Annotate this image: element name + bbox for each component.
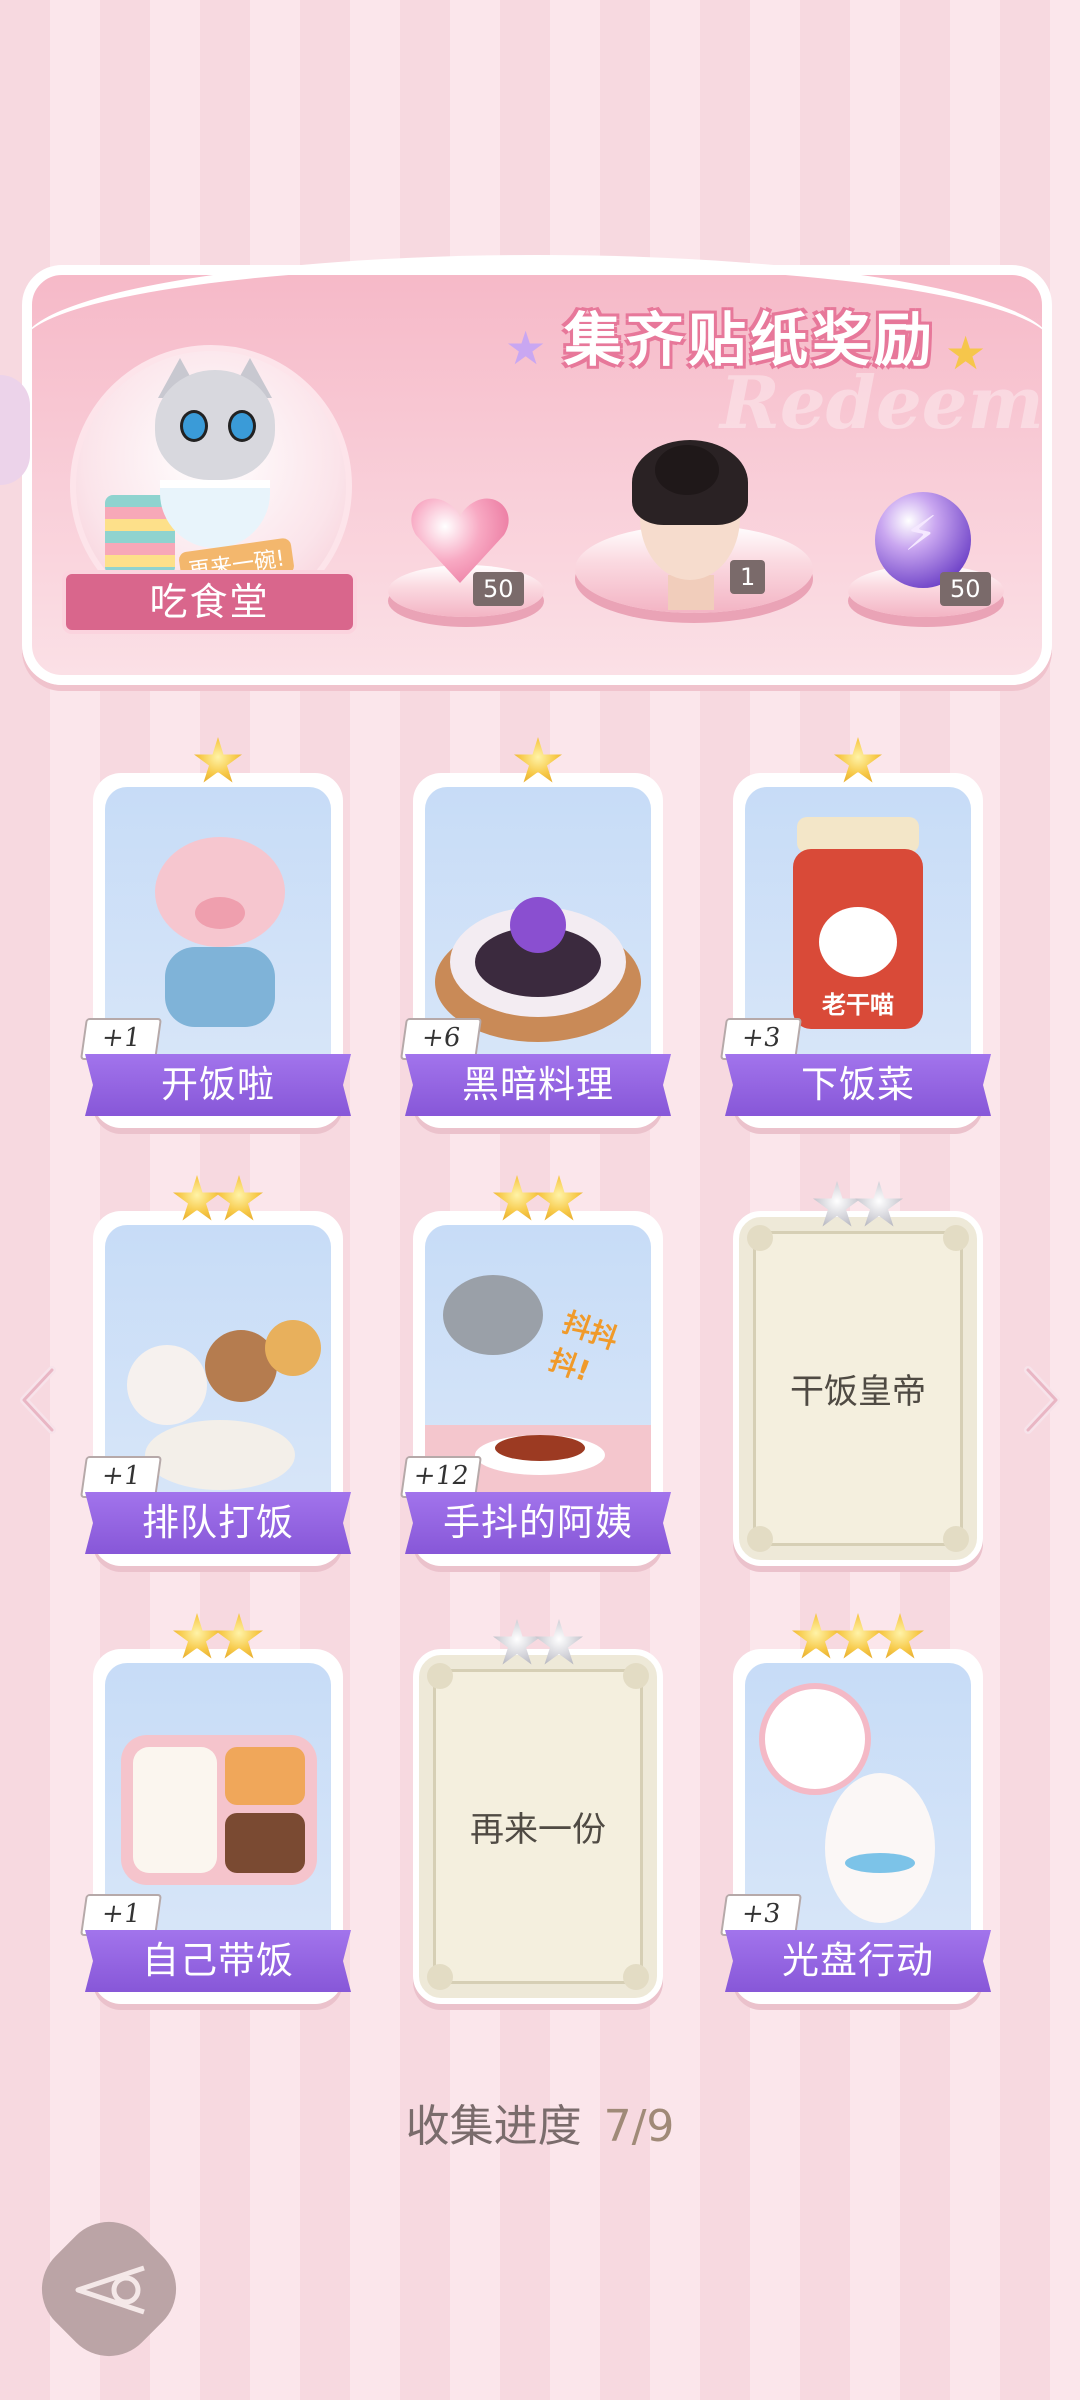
sticker-card[interactable]: +1 自己带饭: [80, 1613, 351, 2004]
progress-value: 7/9: [603, 2101, 675, 2152]
card-title: 光盘行动: [725, 1930, 991, 1992]
card-corner: [943, 1526, 969, 1552]
star-rating: [419, 1619, 657, 1673]
star-icon: [493, 1619, 541, 1665]
cat-face: [155, 370, 275, 480]
star-deco-icon: ★: [505, 321, 547, 375]
ladle: [443, 1275, 543, 1355]
star-icon: [194, 737, 242, 783]
card-corner: [427, 1964, 453, 1990]
card-corner: [427, 1663, 453, 1689]
bonus-badge: +1: [80, 1894, 162, 1936]
bonus-badge: +12: [400, 1456, 482, 1498]
bonus-badge: +3: [720, 1894, 802, 1936]
cat-2: [265, 1320, 321, 1376]
star-icon: [173, 1175, 221, 1221]
locked-card-title: 干饭皇帝: [753, 1231, 963, 1546]
sticker-card[interactable]: 老干喵 +3 下饭菜: [720, 737, 991, 1128]
star-icon: [535, 1619, 583, 1665]
braised-pork: [495, 1435, 585, 1461]
card-title: 排队打饭: [85, 1492, 351, 1554]
star-icon: [834, 1613, 882, 1659]
reward-count: 50: [473, 572, 524, 606]
card-corner: [623, 1964, 649, 1990]
star-rating: [733, 737, 983, 791]
trays: [145, 1420, 295, 1490]
star-rating: [413, 1175, 663, 1229]
card-corner: [943, 1225, 969, 1251]
bonus-badge: +1: [80, 1456, 162, 1498]
pig-shirt: [165, 947, 275, 1027]
jar-label: 老干喵: [822, 991, 894, 1019]
star-deco-icon: ★: [945, 326, 987, 380]
star-icon: [173, 1613, 221, 1659]
bonus-badge: +6: [400, 1018, 482, 1060]
sticker-card[interactable]: +3 光盘行动: [720, 1613, 991, 2004]
star-rating: [93, 737, 343, 791]
back-arrow-icon[interactable]: [66, 2258, 156, 2322]
star-icon: [215, 1613, 263, 1659]
steak: [225, 1813, 305, 1873]
star-icon: [834, 737, 882, 783]
jar-lid: [797, 817, 919, 853]
star-icon: [855, 1181, 903, 1227]
cat-eye: [180, 410, 208, 442]
side-dish: [225, 1747, 305, 1805]
chevron-left-icon[interactable]: [14, 1350, 64, 1450]
side-tab: [0, 375, 30, 485]
star-icon: [813, 1181, 861, 1227]
star-icon: [215, 1175, 263, 1221]
bunny: [825, 1773, 935, 1923]
card-title: 黑暗料理: [405, 1054, 671, 1116]
card-corner: [747, 1526, 773, 1552]
locked-card-title: 再来一份: [433, 1669, 643, 1984]
banner-title: 集齐贴纸奖励: [563, 306, 936, 374]
clean-plate: [759, 1683, 871, 1795]
collection-progress: 收集进度 7/9: [0, 2090, 1080, 2154]
sticker-card[interactable]: +6 黑暗料理: [400, 737, 671, 1128]
pig-snout: [195, 897, 245, 929]
lightning-icon: ⚡: [904, 506, 938, 562]
card-corner: [623, 1663, 649, 1689]
shake-text: 抖抖抖!: [544, 1305, 623, 1389]
star-rating: [739, 1181, 977, 1235]
pig-face: [155, 837, 285, 947]
category-label: 吃食堂: [62, 570, 357, 634]
sticker-card[interactable]: +1 开饭啦: [80, 737, 351, 1128]
star-rating: [93, 1613, 343, 1667]
card-corner: [747, 1225, 773, 1251]
sticker-card[interactable]: 抖抖抖! +12 手抖的阿姨: [400, 1175, 671, 1566]
portrait-bun: [655, 445, 719, 495]
chevron-right-icon[interactable]: [1016, 1350, 1066, 1450]
bunny-scarf: [845, 1853, 915, 1873]
portrait-neck: [668, 575, 714, 610]
reward-count: 1: [730, 560, 766, 594]
purple-food: [510, 897, 566, 953]
star-rating: [93, 1175, 343, 1229]
star-icon: [792, 1613, 840, 1659]
star-icon: [493, 1175, 541, 1221]
cat-1: [127, 1345, 207, 1425]
rice: [133, 1747, 217, 1873]
reward-count: 50: [940, 572, 991, 606]
cat-label-face: [819, 907, 897, 977]
cat-eye: [228, 410, 256, 442]
card-title: 自己带饭: [85, 1930, 351, 1992]
star-icon: [514, 737, 562, 783]
bonus-badge: +1: [80, 1018, 162, 1060]
progress-label: 收集进度: [405, 2101, 582, 2152]
card-title: 下饭菜: [725, 1054, 991, 1116]
star-rating: [733, 1613, 983, 1667]
sticker-card-locked[interactable]: 再来一份: [413, 1619, 663, 2004]
star-rating: [413, 737, 663, 791]
star-icon: [535, 1175, 583, 1221]
sticker-card-locked[interactable]: 干饭皇帝: [733, 1181, 983, 1566]
sticker-card[interactable]: +1 排队打饭: [80, 1175, 351, 1566]
bonus-badge: +3: [720, 1018, 802, 1060]
card-title: 开饭啦: [85, 1054, 351, 1116]
card-title: 手抖的阿姨: [405, 1492, 671, 1554]
star-icon: [876, 1613, 924, 1659]
